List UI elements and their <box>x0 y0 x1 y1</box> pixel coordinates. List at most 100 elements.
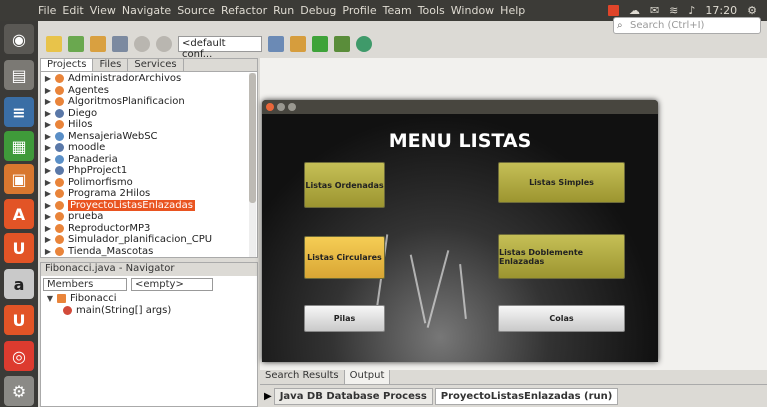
expand-icon[interactable]: ▶ <box>41 74 55 83</box>
wifi-icon[interactable]: ≋ <box>669 4 678 17</box>
expand-icon[interactable]: ▶ <box>41 155 55 164</box>
tree-item[interactable]: ▶ MensajeriaWebSC <box>41 131 249 143</box>
redo-icon[interactable] <box>156 36 172 52</box>
expand-icon[interactable]: ▶ <box>41 189 55 198</box>
amazon-icon[interactable]: a <box>4 269 34 299</box>
tree-item[interactable]: ▶ prueba <box>41 211 249 223</box>
expand-icon[interactable]: ▶ <box>41 201 55 210</box>
menu-help[interactable]: Help <box>500 4 525 17</box>
tab-services[interactable]: Services <box>128 59 184 71</box>
tab-output[interactable]: Output <box>344 370 391 384</box>
expand-icon[interactable]: ▶ <box>41 86 55 95</box>
menu-debug[interactable]: Debug <box>300 4 336 17</box>
undo-icon[interactable] <box>134 36 150 52</box>
dash-icon[interactable]: ◉ <box>4 24 34 54</box>
listas-simples-button[interactable]: Listas Simples <box>498 162 625 203</box>
menu-source[interactable]: Source <box>177 4 215 17</box>
clean-build-icon[interactable] <box>290 36 306 52</box>
tab-search-results[interactable]: Search Results <box>260 370 345 384</box>
tree-item[interactable]: ▶ moodle <box>41 142 249 154</box>
menu-edit[interactable]: Edit <box>62 4 83 17</box>
tree-item[interactable]: ▶ Simulador_planificacion_CPU <box>41 234 249 246</box>
process-tab[interactable]: Java DB Database Process <box>273 387 433 405</box>
tree-item[interactable]: ▶ ReproductorMP3 <box>41 223 249 235</box>
cloud-icon[interactable]: ☁ <box>629 4 640 17</box>
expand-icon[interactable]: ▶ <box>41 120 55 129</box>
profile-icon[interactable] <box>356 36 372 52</box>
minimize-icon[interactable] <box>277 103 285 111</box>
tree-item[interactable]: ▶ Programa 2Hilos <box>41 188 249 200</box>
chrome-icon[interactable]: ◎ <box>4 341 34 371</box>
tree-item[interactable]: main(String[] args) <box>41 305 257 317</box>
tree-item[interactable]: ▶ Polimorfismo <box>41 177 249 189</box>
tree-item[interactable]: ▶ Diego <box>41 108 249 120</box>
debug-icon[interactable] <box>334 36 350 52</box>
listas-doblemente-enlazadas-button[interactable]: Listas Doblemente Enlazadas <box>498 234 625 279</box>
menu-file[interactable]: File <box>38 4 56 17</box>
impress-icon[interactable]: ▣ <box>4 164 34 194</box>
ubuntu-one-music-icon[interactable]: U <box>4 305 34 335</box>
expand-icon[interactable]: ▶ <box>41 166 55 175</box>
gear-icon[interactable]: ⚙ <box>747 4 757 17</box>
menu-navigate[interactable]: Navigate <box>122 4 171 17</box>
listas-circulares-button[interactable]: Listas Circulares <box>304 236 385 279</box>
collapse-icon[interactable]: ▼ <box>43 294 57 303</box>
expand-icon[interactable]: ▶ <box>41 178 55 187</box>
tree-item[interactable]: ▶ Panaderia <box>41 154 249 166</box>
menu-window[interactable]: Window <box>451 4 494 17</box>
expand-icon[interactable]: ▶ <box>41 212 55 221</box>
settings-icon[interactable]: ⚙ <box>4 376 34 406</box>
expand-icon[interactable]: ▶ <box>41 109 55 118</box>
tree-item[interactable]: ▶ Hilos <box>41 119 249 131</box>
menu-refactor[interactable]: Refactor <box>221 4 267 17</box>
colas-button[interactable]: Colas <box>498 305 625 332</box>
tab-files[interactable]: Files <box>93 59 129 71</box>
record-icon[interactable] <box>607 5 619 16</box>
volume-icon[interactable]: ♪ <box>688 4 695 17</box>
process-tab-active[interactable]: ProyectoListasEnlazadas (run) <box>434 387 619 405</box>
writer-icon[interactable]: ≡ <box>4 97 34 127</box>
clock[interactable]: 17:20 <box>705 4 737 17</box>
close-icon[interactable] <box>266 103 274 111</box>
tree-item[interactable]: ▶ PhpProject1 <box>41 165 249 177</box>
tree-item[interactable]: ▶ Tienda_Mascotas <box>41 246 249 258</box>
config-select[interactable]: <default conf... <box>178 36 262 60</box>
mail-icon[interactable]: ✉ <box>650 4 659 17</box>
tab-projects[interactable]: Projects <box>41 59 94 71</box>
tree-item[interactable]: ▼ Fibonacci <box>41 293 257 305</box>
scrollbar[interactable] <box>249 73 256 257</box>
expand-icon[interactable]: ▶ <box>41 235 55 244</box>
members-select[interactable]: Members <box>43 278 127 291</box>
new-file-icon[interactable] <box>46 36 62 52</box>
listas-ordenadas-button[interactable]: Listas Ordenadas <box>304 162 385 208</box>
new-project-icon[interactable] <box>68 36 84 52</box>
tree-item[interactable]: ▶ AlgoritmosPlanificacion <box>41 96 249 108</box>
menu-profile[interactable]: Profile <box>342 4 376 17</box>
maximize-icon[interactable] <box>288 103 296 111</box>
menu-tools[interactable]: Tools <box>418 4 445 17</box>
scrollbar-thumb[interactable] <box>249 73 256 203</box>
save-all-icon[interactable] <box>112 36 128 52</box>
ubuntu-one-icon[interactable]: U <box>4 233 34 263</box>
tree-item-selected[interactable]: ▶ ProyectoListasEnlazadas <box>41 199 249 212</box>
menu-view[interactable]: View <box>90 4 116 17</box>
menu-run[interactable]: Run <box>273 4 294 17</box>
run-arrow-icon[interactable]: ▶ <box>264 391 272 402</box>
pilas-button[interactable]: Pilas <box>304 305 385 332</box>
navigator-title[interactable]: Fibonacci.java - Navigator <box>41 263 257 276</box>
open-project-icon[interactable] <box>90 36 106 52</box>
menu-team[interactable]: Team <box>383 4 412 17</box>
tree-item[interactable]: ▶ Agentes <box>41 85 249 97</box>
tree-item[interactable]: ▶ AdministradorArchivos <box>41 73 249 85</box>
expand-icon[interactable]: ▶ <box>41 247 55 256</box>
filter-select[interactable]: <empty> <box>131 278 213 291</box>
run-icon[interactable] <box>312 36 328 52</box>
expand-icon[interactable]: ▶ <box>41 97 55 106</box>
software-center-icon[interactable]: A <box>4 199 34 229</box>
expand-icon[interactable]: ▶ <box>41 224 55 233</box>
expand-icon[interactable]: ▶ <box>41 132 55 141</box>
files-icon[interactable]: ▤ <box>4 60 34 90</box>
build-icon[interactable] <box>268 36 284 52</box>
calc-icon[interactable]: ▦ <box>4 131 34 161</box>
expand-icon[interactable]: ▶ <box>41 143 55 152</box>
